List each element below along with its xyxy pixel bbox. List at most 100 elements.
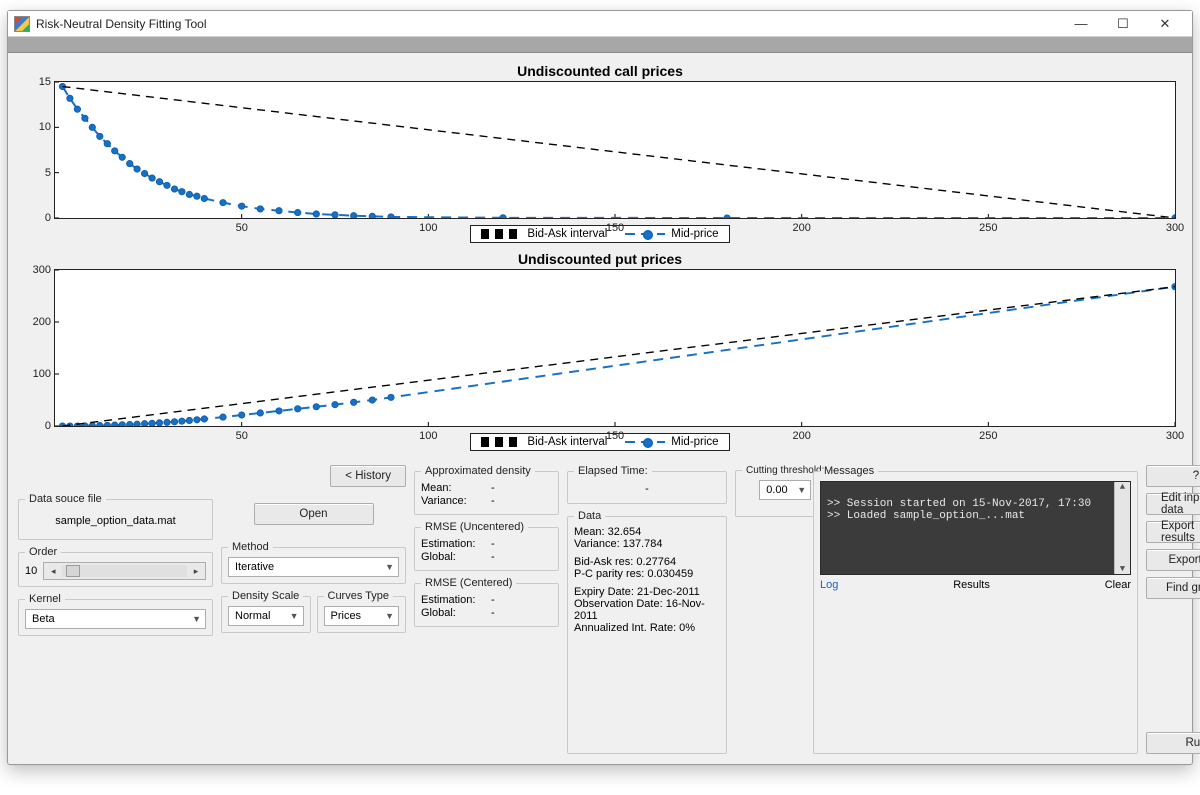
chart2-legend: Bid-Ask interval Mid-price xyxy=(470,433,729,451)
chart1-ytick: 10 xyxy=(21,121,51,133)
approx-density-legend: Approximated density xyxy=(421,465,535,477)
datasource-value: sample_option_data.mat xyxy=(55,515,175,527)
export-results-button[interactable]: Export results xyxy=(1146,521,1200,543)
elapsed-value: - xyxy=(645,483,649,495)
method-select[interactable]: Iterative ▼ xyxy=(228,557,399,577)
kernel-legend: Kernel xyxy=(25,593,65,605)
titlebar: Risk-Neutral Density Fitting Tool — ☐ ✕ xyxy=(8,11,1192,37)
rmse-centered-group: RMSE (Centered) Estimation:- Global:- xyxy=(414,577,559,627)
rmsec-est-label: Estimation: xyxy=(421,594,485,606)
clear-button[interactable]: Clear xyxy=(1105,579,1131,591)
chart1-xtick: 150 xyxy=(606,222,624,234)
elapsed-group: Elapsed Time: - xyxy=(567,465,727,504)
rmse-uncentered-legend: RMSE (Uncentered) xyxy=(421,521,528,533)
data-legend: Data xyxy=(574,510,605,522)
chevron-down-icon: ▼ xyxy=(385,611,394,621)
log-button[interactable]: Log xyxy=(820,579,838,591)
curves-type-group: Curves Type Prices ▼ xyxy=(317,590,407,633)
app-window: Risk-Neutral Density Fitting Tool — ☐ ✕ … xyxy=(7,10,1193,765)
data-rate: Annualized Int. Rate: 0% xyxy=(574,622,720,634)
chart1-xtick: 100 xyxy=(419,222,437,234)
messages-legend: Messages xyxy=(820,465,878,477)
method-group: Method Iterative ▼ xyxy=(221,541,406,584)
help-button[interactable]: ? xyxy=(1146,465,1200,487)
run-button[interactable]: Run xyxy=(1146,732,1200,754)
rmse-centered-legend: RMSE (Centered) xyxy=(421,577,516,589)
chart1-xtick: 50 xyxy=(236,222,248,234)
curves-type-value: Prices xyxy=(331,610,362,622)
chart2-xtick: 100 xyxy=(419,430,437,442)
approx-mean-label: Mean: xyxy=(421,482,485,494)
slider-left-icon[interactable]: ◂ xyxy=(46,566,60,577)
density-scale-select[interactable]: Normal ▼ xyxy=(228,606,304,626)
scroll-up-icon[interactable]: ▲ xyxy=(1120,482,1125,492)
chevron-down-icon: ▼ xyxy=(290,611,299,621)
messages-console[interactable]: >> Session started on 15-Nov-2017, 17:30… xyxy=(820,481,1131,575)
action-buttons: ? Edit input data Export results Export … xyxy=(1146,465,1200,754)
data-pcparity: P-C parity res: 0.030459 xyxy=(574,568,720,580)
data-group: Data Mean: 32.654 Variance: 137.784 Bid-… xyxy=(567,510,727,754)
chart1-ytick: 0 xyxy=(21,212,51,224)
find-greeks-button[interactable]: Find greeks xyxy=(1146,577,1200,599)
data-obs: Observation Date: 16-Nov-2011 xyxy=(574,598,720,622)
chevron-down-icon: ▼ xyxy=(385,562,394,572)
legend-dotline-icon xyxy=(625,229,665,239)
order-value: 10 xyxy=(25,565,37,577)
kernel-value: Beta xyxy=(32,613,55,625)
approx-var-label: Variance: xyxy=(421,495,485,507)
maximize-button[interactable]: ☐ xyxy=(1102,12,1144,36)
console-line: >> Session started on 15-Nov-2017, 17:30 xyxy=(827,498,1091,510)
order-group: Order 10 ◂ ▸ xyxy=(18,546,213,587)
legend-dash-icon xyxy=(481,437,521,447)
kernel-select[interactable]: Beta ▼ xyxy=(25,609,206,629)
legend-label: Mid-price xyxy=(671,436,718,448)
toolbar-strip xyxy=(8,37,1192,53)
chart2-title: Undiscounted put prices xyxy=(18,251,1182,267)
chart2-xtick: 150 xyxy=(606,430,624,442)
edit-input-button[interactable]: Edit input data xyxy=(1146,493,1200,515)
chart1-title: Undiscounted call prices xyxy=(18,63,1182,79)
chevron-down-icon: ▼ xyxy=(797,485,806,495)
history-button[interactable]: < History xyxy=(330,465,406,487)
slider-thumb[interactable] xyxy=(66,565,80,577)
chart1-legend: Bid-Ask interval Mid-price xyxy=(470,225,729,243)
cutting-select[interactable]: 0.00 ▼ xyxy=(759,480,811,500)
density-scale-value: Normal xyxy=(235,610,270,622)
approx-density-group: Approximated density Mean:- Variance:- xyxy=(414,465,559,515)
order-slider[interactable]: ◂ ▸ xyxy=(43,562,206,580)
chart2-ytick: 300 xyxy=(21,264,51,276)
density-scale-legend: Density Scale xyxy=(228,590,303,602)
rmseu-est-value: - xyxy=(491,538,495,550)
scroll-down-icon[interactable]: ▼ xyxy=(1120,564,1125,574)
data-mean: Mean: 32.654 xyxy=(574,526,720,538)
chart2-xtick: 50 xyxy=(236,430,248,442)
slider-right-icon[interactable]: ▸ xyxy=(189,566,203,577)
curves-type-select[interactable]: Prices ▼ xyxy=(324,606,400,626)
close-button[interactable]: ✕ xyxy=(1144,12,1186,36)
open-button[interactable]: Open xyxy=(254,503,374,525)
datasource-legend: Data souce file xyxy=(25,493,106,505)
density-scale-group: Density Scale Normal ▼ xyxy=(221,590,311,633)
chart1-xtick: 200 xyxy=(793,222,811,234)
chart2-xtick: 300 xyxy=(1166,430,1184,442)
results-button[interactable]: Results xyxy=(953,579,990,591)
chevron-down-icon: ▼ xyxy=(192,614,201,624)
chart2-xtick: 250 xyxy=(979,430,997,442)
chart1-xtick: 300 xyxy=(1166,222,1184,234)
minimize-button[interactable]: — xyxy=(1060,12,1102,36)
chart1-ytick: 5 xyxy=(21,167,51,179)
rmsec-glob-label: Global: xyxy=(421,607,485,619)
cutting-value: 0.00 xyxy=(766,484,787,496)
chart1-xtick: 250 xyxy=(979,222,997,234)
chart2-ytick: 100 xyxy=(21,368,51,380)
legend-label: Bid-Ask interval xyxy=(527,436,607,448)
export-plot-button[interactable]: Export plot xyxy=(1146,549,1200,571)
rmse-uncentered-group: RMSE (Uncentered) Estimation:- Global:- xyxy=(414,521,559,571)
method-value: Iterative xyxy=(235,561,274,573)
rmsec-est-value: - xyxy=(491,594,495,606)
console-scrollbar[interactable]: ▲▼ xyxy=(1114,482,1130,574)
window-title: Risk-Neutral Density Fitting Tool xyxy=(36,17,207,31)
rmsec-glob-value: - xyxy=(491,607,495,619)
elapsed-legend: Elapsed Time: xyxy=(574,465,652,477)
legend-label: Bid-Ask interval xyxy=(527,228,607,240)
